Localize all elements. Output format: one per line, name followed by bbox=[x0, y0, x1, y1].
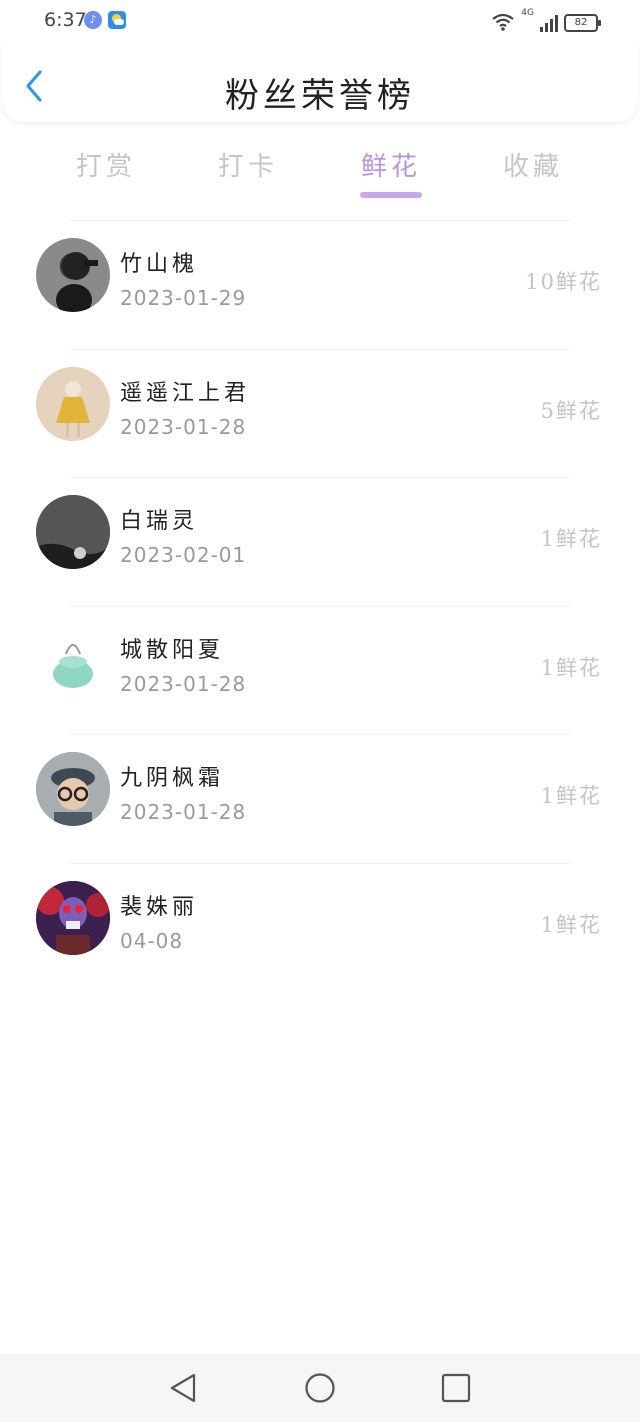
fan-date: 04-08 bbox=[120, 928, 184, 953]
signal-icon bbox=[540, 14, 558, 32]
nav-recents-button[interactable] bbox=[440, 1372, 472, 1404]
fan-name: 遥遥江上君 bbox=[120, 380, 251, 406]
list-item[interactable]: 白瑞灵 2023-02-01 1鲜花 bbox=[0, 477, 640, 606]
fan-name: 裴姝丽 bbox=[120, 894, 199, 920]
divider bbox=[70, 220, 570, 221]
list-item[interactable]: 城散阳夏 2023-01-28 1鲜花 bbox=[0, 605, 640, 735]
fan-date: 2023-01-29 bbox=[120, 286, 247, 310]
tab-checkin[interactable]: 打卡 bbox=[188, 146, 308, 183]
avatar[interactable] bbox=[36, 623, 110, 698]
status-time: 6:37 bbox=[44, 9, 87, 31]
flower-count: 1鲜花 bbox=[540, 912, 602, 937]
divider bbox=[70, 734, 570, 735]
nav-home-button[interactable] bbox=[304, 1372, 336, 1404]
fan-list: 竹山槐 2023-01-29 10鲜花 遥遥江上君 2023-01-28 5鲜花… bbox=[0, 220, 640, 991]
flower-count: 1鲜花 bbox=[540, 527, 602, 551]
header: 粉丝荣誉榜 bbox=[2, 42, 638, 122]
page-title: 粉丝荣誉榜 bbox=[225, 76, 415, 116]
fan-date: 2023-02-01 bbox=[120, 543, 247, 567]
back-triangle-icon bbox=[170, 1373, 196, 1403]
list-item[interactable]: 裴姝丽 04-08 1鲜花 bbox=[0, 862, 640, 992]
fan-date: 2023-01-28 bbox=[120, 414, 247, 439]
fan-name: 九阴枫霜 bbox=[120, 766, 225, 791]
fan-name: 城散阳夏 bbox=[120, 637, 225, 663]
divider bbox=[70, 477, 570, 478]
flower-count: 1鲜花 bbox=[540, 655, 602, 680]
avatar[interactable] bbox=[36, 495, 110, 569]
divider bbox=[70, 348, 570, 350]
fan-name: 白瑞灵 bbox=[120, 509, 199, 534]
home-circle-icon bbox=[305, 1373, 335, 1403]
tab-reward[interactable]: 打赏 bbox=[46, 146, 166, 183]
tab-favorites[interactable]: 收藏 bbox=[473, 146, 593, 183]
divider bbox=[70, 862, 570, 864]
list-item[interactable]: 竹山槐 2023-01-29 10鲜花 bbox=[0, 220, 640, 349]
flower-count: 1鲜花 bbox=[540, 784, 602, 808]
avatar[interactable] bbox=[36, 238, 110, 312]
network-label: 4G bbox=[521, 8, 534, 18]
wifi-icon bbox=[492, 13, 514, 31]
divider bbox=[70, 605, 570, 607]
list-item[interactable]: 遥遥江上君 2023-01-28 5鲜花 bbox=[0, 348, 640, 478]
avatar[interactable] bbox=[36, 366, 110, 441]
flower-count: 10鲜花 bbox=[525, 270, 602, 294]
fan-date: 2023-01-28 bbox=[120, 800, 247, 824]
status-indicators: 4G 82 bbox=[491, 8, 601, 32]
system-nav-bar bbox=[0, 1354, 640, 1422]
avatar[interactable] bbox=[36, 752, 110, 826]
status-bar: 6:37 ♪ 4G 82 bbox=[0, 0, 640, 42]
tab-bar: 打赏 打卡 鲜花 收藏 bbox=[0, 140, 640, 202]
nav-back-button[interactable] bbox=[168, 1372, 200, 1404]
avatar[interactable] bbox=[36, 880, 110, 955]
battery-icon: 82 bbox=[564, 14, 601, 32]
weather-icon bbox=[108, 11, 126, 29]
flower-count: 5鲜花 bbox=[540, 398, 602, 423]
fan-name: 竹山槐 bbox=[120, 252, 199, 277]
list-item[interactable]: 九阴枫霜 2023-01-28 1鲜花 bbox=[0, 734, 640, 863]
fan-date: 2023-01-28 bbox=[120, 671, 247, 696]
active-tab-indicator bbox=[360, 192, 422, 198]
tab-flowers[interactable]: 鲜花 bbox=[331, 146, 451, 183]
recents-square-icon bbox=[441, 1373, 471, 1403]
music-icon: ♪ bbox=[84, 11, 102, 29]
